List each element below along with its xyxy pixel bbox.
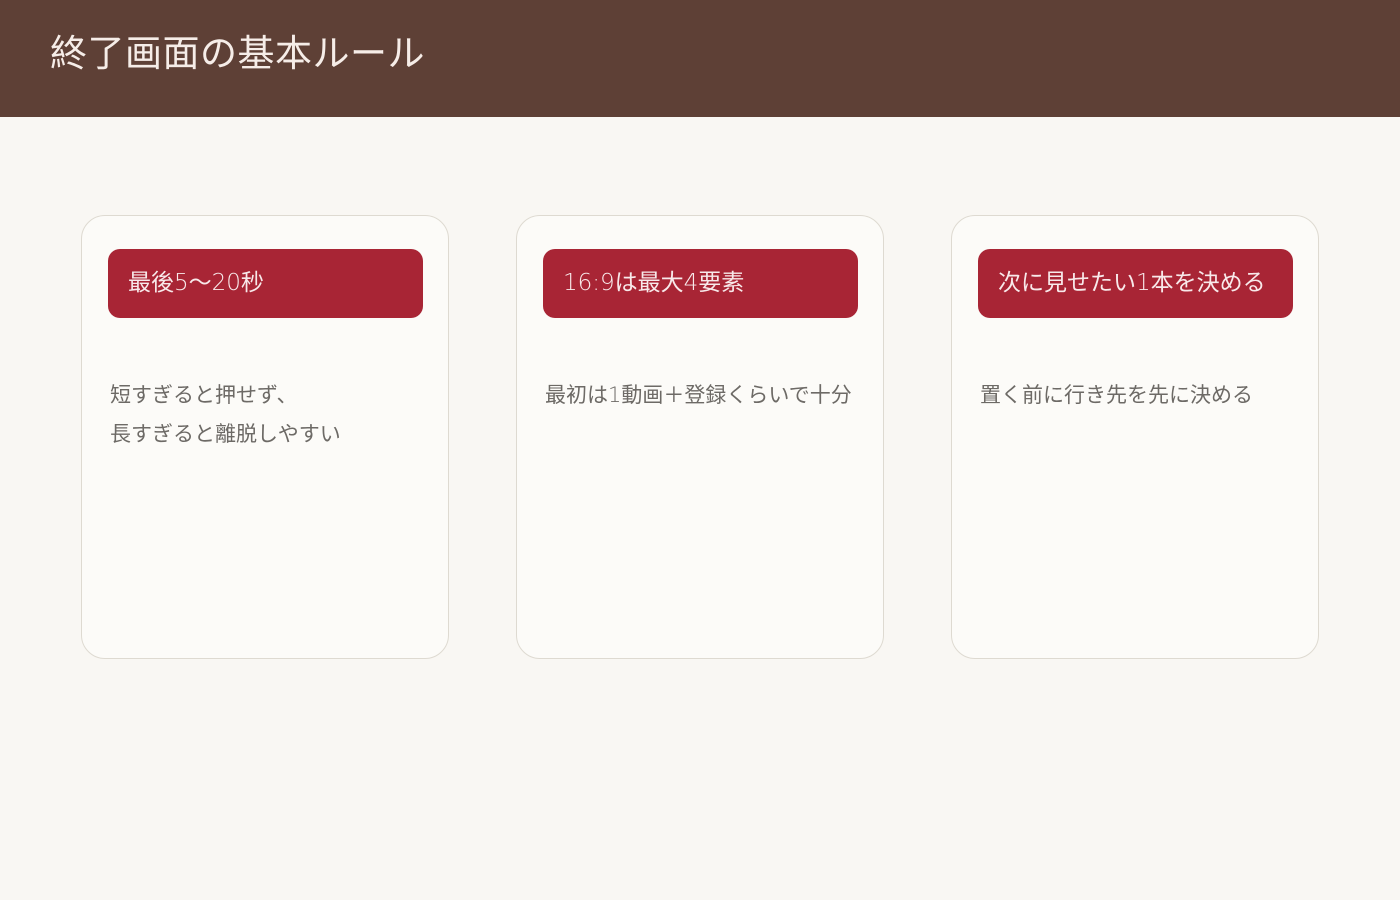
card-tag-next-video: 次に見せたい1本を決める: [978, 249, 1293, 318]
card-body-elements: 最初は1動画＋登録くらいで十分: [545, 376, 875, 415]
card-body-next-video: 置く前に行き先を先に決める: [980, 376, 1310, 415]
card-tag-elements: 16:9は最大4要素: [543, 249, 858, 318]
rule-card-elements: 16:9は最大4要素 最初は1動画＋登録くらいで十分: [516, 215, 884, 659]
page-title: 終了画面の基本ルール: [50, 32, 425, 75]
card-body-duration: 短すぎると押せず、 長すぎると離脱しやすい: [110, 376, 440, 454]
card-body-line: 長すぎると離脱しやすい: [110, 422, 341, 446]
header-bar: 終了画面の基本ルール: [0, 0, 1400, 117]
rule-card-duration: 最後5〜20秒 短すぎると押せず、 長すぎると離脱しやすい: [81, 215, 449, 659]
card-tag-duration: 最後5〜20秒: [108, 249, 423, 318]
rule-card-next-video: 次に見せたい1本を決める 置く前に行き先を先に決める: [951, 215, 1319, 659]
card-body-line: 最初は1動画＋登録くらいで十分: [545, 383, 852, 407]
card-body-line: 置く前に行き先を先に決める: [980, 383, 1253, 407]
card-body-line: 短すぎると押せず、: [110, 383, 298, 407]
